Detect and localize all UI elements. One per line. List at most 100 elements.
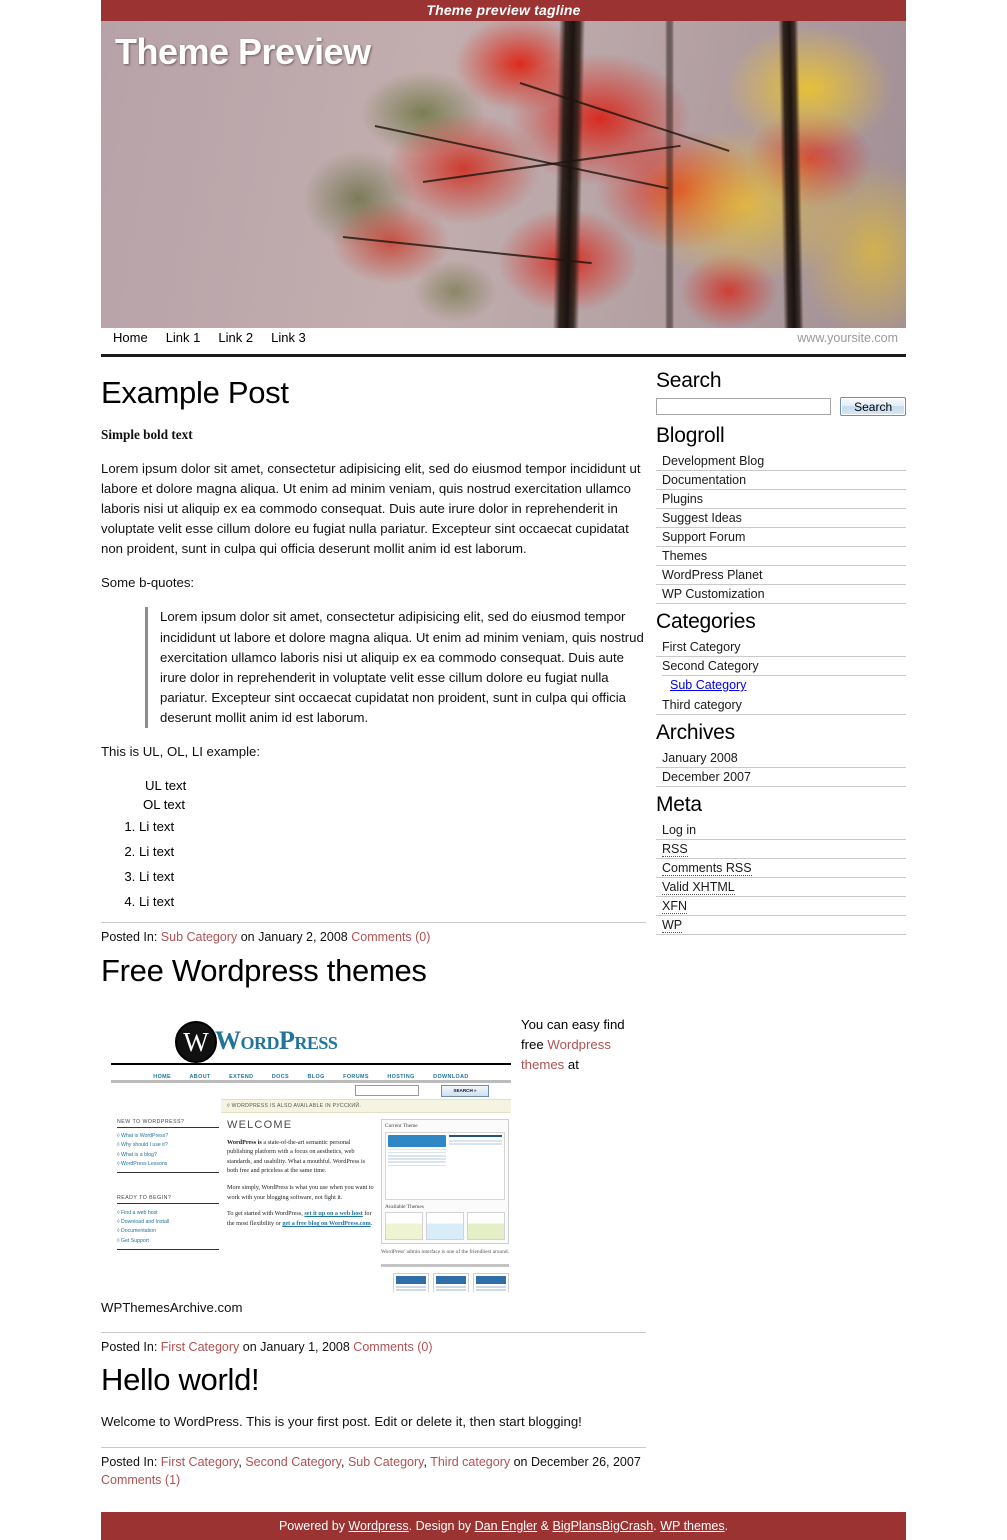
wp-logo-row: W WordPress xyxy=(111,1017,511,1065)
list-item[interactable]: Support Forum xyxy=(656,528,906,547)
list-item[interactable]: WP xyxy=(656,916,906,935)
wp-p3-pre: To get started with WordPress, xyxy=(227,1210,305,1218)
list-item[interactable]: XFN xyxy=(656,897,906,916)
footer-link-wp-themes[interactable]: WP themes xyxy=(660,1519,724,1533)
nav-item-link1[interactable]: Link 1 xyxy=(166,330,201,345)
list-item[interactable]: RSS xyxy=(656,840,906,859)
list-item[interactable]: WordPress Planet xyxy=(656,566,906,585)
list-item[interactable]: Suggest Ideas xyxy=(656,509,906,528)
sidebar-heading-archives: Archives xyxy=(656,721,735,744)
post-comments-link[interactable]: Comments (1) xyxy=(101,1473,180,1487)
post-paragraph: Lorem ipsum dolor sit amet, consectetur … xyxy=(101,461,641,557)
category-link[interactable]: Second Category xyxy=(662,659,759,673)
post-title[interactable]: Hello world! xyxy=(101,1362,646,1398)
wp-sidebar-rule xyxy=(117,1172,219,1174)
post-comments-link[interactable]: Comments (0) xyxy=(351,930,430,944)
list-item[interactable]: Documentation xyxy=(656,471,906,490)
nav-link-3[interactable]: Link 3 xyxy=(271,330,306,345)
meta-link-wp[interactable]: WP xyxy=(662,918,683,933)
list-item[interactable]: Log in xyxy=(656,821,906,840)
nav-list: Home Link 1 Link 2 Link 3 xyxy=(101,330,906,345)
nav-link-2[interactable]: Link 2 xyxy=(218,330,253,345)
meta-link-rss[interactable]: RSS xyxy=(662,842,688,857)
blockquote-intro: Some b-quotes: xyxy=(101,575,195,591)
tree-trunk xyxy=(664,21,674,328)
wp-welcome-column: WELCOME WordPress is a state-of-the-art … xyxy=(219,1119,377,1292)
wp-current-theme-title: Current Theme xyxy=(385,1122,418,1129)
meta-link-valid-xhtml[interactable]: Valid XHTML xyxy=(662,880,735,895)
meta-link-xfn[interactable]: XFN xyxy=(662,899,687,914)
primary-navigation: Home Link 1 Link 2 Link 3 www.yoursite.c… xyxy=(101,328,906,357)
blogroll-link[interactable]: WordPress Planet xyxy=(662,568,763,582)
post-title-link[interactable]: Example Post xyxy=(101,375,289,410)
footer-link-designer1[interactable]: Dan Engler xyxy=(475,1519,538,1533)
wp-sidebar-heading: NEW TO WORDPRESS? xyxy=(117,1119,219,1128)
posted-in-label: Posted In: xyxy=(101,929,158,944)
on-label: on xyxy=(242,1339,257,1354)
list-item[interactable]: Second Category Sub Category xyxy=(656,657,906,696)
nav-link-home[interactable]: Home xyxy=(113,330,148,345)
nav-item-home[interactable]: Home xyxy=(113,330,148,345)
wp-nav-item: DOWNLOAD xyxy=(433,1073,469,1080)
post-title[interactable]: Example Post xyxy=(101,375,646,411)
wp-themes-column: Current Theme Available Themes WordPress… xyxy=(377,1118,509,1292)
post-title[interactable]: Free Wordpress themes xyxy=(101,953,646,989)
wp-theme-thumb xyxy=(467,1211,505,1240)
footer-period: . xyxy=(724,1519,729,1533)
blogroll-link[interactable]: Development Blog xyxy=(662,454,764,468)
search-button[interactable]: Search xyxy=(840,397,906,416)
blogroll-link[interactable]: Documentation xyxy=(662,473,746,487)
post-category-link[interactable]: Sub Category xyxy=(348,1455,424,1469)
list-item[interactable]: January 2008 xyxy=(656,749,906,768)
post-title-link[interactable]: Hello world! xyxy=(101,1362,260,1397)
site-footer: Powered by Wordpress. Design by Dan Engl… xyxy=(101,1512,906,1540)
blogroll-link[interactable]: WP Customization xyxy=(662,587,765,601)
list-item[interactable]: Development Blog xyxy=(656,452,906,471)
wp-welcome-heading: WELCOME xyxy=(227,1118,293,1131)
list-item[interactable]: Comments RSS xyxy=(656,859,906,878)
archive-link[interactable]: December 2007 xyxy=(662,770,751,784)
ol-item: Li text xyxy=(139,814,646,839)
sidebar: Search Search Blogroll Development Blog … xyxy=(656,369,906,1494)
post-category-link[interactable]: Second Category xyxy=(245,1455,341,1469)
post-comments-link[interactable]: Comments (0) xyxy=(353,1340,432,1354)
list-item[interactable]: Themes xyxy=(656,547,906,566)
category-link[interactable]: Third category xyxy=(662,698,742,712)
blogroll-link[interactable]: Support Forum xyxy=(662,530,745,544)
post-category-link[interactable]: First Category xyxy=(161,1455,239,1469)
wp-theme-thumb xyxy=(426,1211,464,1240)
list-item[interactable]: WP Customization xyxy=(656,585,906,604)
category-link[interactable]: First Category xyxy=(662,640,741,654)
post-category-link[interactable]: Third category xyxy=(430,1455,510,1469)
subcategory-link[interactable]: Sub Category xyxy=(670,678,746,692)
blogroll-link[interactable]: Suggest Ideas xyxy=(662,511,742,525)
nav-item-link2[interactable]: Link 2 xyxy=(218,330,253,345)
meta-link-login[interactable]: Log in xyxy=(662,823,696,837)
list-item[interactable]: December 2007 xyxy=(656,768,906,787)
wp-language-banner: ◊ WORDPRESS IS ALSO AVAILABLE IN РУССКИЙ… xyxy=(221,1098,511,1113)
list-item[interactable]: Valid XHTML xyxy=(656,878,906,897)
blogroll-link[interactable]: Plugins xyxy=(662,492,703,506)
post-title-link[interactable]: Free Wordpress themes xyxy=(101,953,427,988)
post-category-link[interactable]: First Category xyxy=(161,1340,240,1354)
list-item[interactable]: Sub Category xyxy=(662,675,906,694)
nav-item-link3[interactable]: Link 3 xyxy=(271,330,306,345)
wp-nav-item: BLOG xyxy=(307,1073,325,1080)
list-item[interactable]: Plugins xyxy=(656,490,906,509)
footer-amp: & xyxy=(537,1519,553,1533)
meta-link-comments-rss[interactable]: Comments RSS xyxy=(662,861,752,876)
wp-welcome-p1: WordPress is a state-of-the-art semantic… xyxy=(227,1138,377,1176)
post-category-link[interactable]: Sub Category xyxy=(161,930,237,944)
footer-link-designer2[interactable]: BigPlansBigCrash xyxy=(553,1519,654,1533)
wp-welcome-bold: WordPress is xyxy=(227,1138,262,1146)
on-label: on xyxy=(513,1454,528,1469)
list-item[interactable]: First Category xyxy=(656,638,906,657)
search-input[interactable] xyxy=(656,398,832,415)
list-item[interactable]: Third category xyxy=(656,696,906,715)
blogroll-link[interactable]: Themes xyxy=(662,549,707,563)
wp-available-themes-title: Available Themes xyxy=(385,1203,424,1210)
footer-link-wordpress[interactable]: Wordpress xyxy=(348,1519,408,1533)
nav-link-1[interactable]: Link 1 xyxy=(166,330,201,345)
wp-welcome-p3: To get started with WordPress, set it up… xyxy=(227,1209,377,1228)
archive-link[interactable]: January 2008 xyxy=(662,751,738,765)
